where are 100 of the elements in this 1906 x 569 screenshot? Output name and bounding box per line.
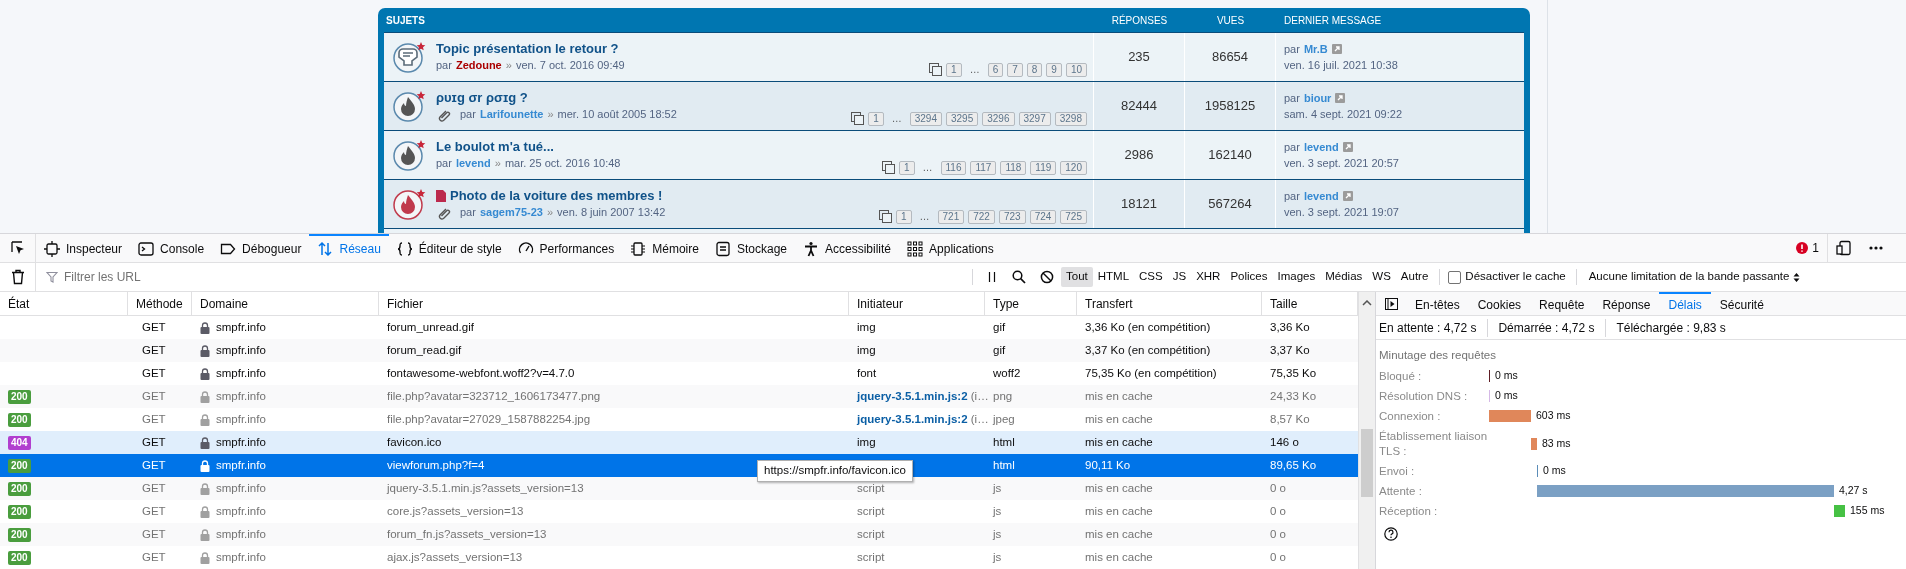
topic-title[interactable]: Topic présentation le retour ? [436, 40, 619, 58]
page-button[interactable]: 8 [1026, 62, 1043, 77]
scrollbar[interactable] [1358, 292, 1375, 569]
details-tab[interactable]: Délais [1659, 292, 1711, 315]
pages-icon [929, 63, 943, 76]
page-button[interactable]: 1 [898, 160, 915, 175]
details-tab[interactable]: Réponse [1593, 292, 1660, 315]
page-button[interactable]: 1 [946, 62, 962, 77]
lock-icon [200, 436, 210, 449]
column-header[interactable]: État [0, 292, 128, 315]
throttling-dropdown[interactable]: Aucune limitation de la bande passante [1584, 268, 1805, 286]
table-cell-text: GET [142, 503, 166, 519]
page-button[interactable]: 117 [970, 160, 997, 175]
devtools-tab[interactable]: Mémoire [622, 234, 707, 262]
column-header[interactable]: Transfert [1077, 292, 1262, 315]
request-row[interactable]: 404 GET smpfr.info favicon.ico img html mis en cache 146 o [0, 431, 1358, 454]
checkbox[interactable] [1448, 270, 1462, 284]
request-row[interactable]: 200 GET smpfr.info file.php?avatar=323712_1606173477.png jquery-3.5.1.min.js:2 (i… png mis en cache 24,33 Ko [0, 385, 1358, 408]
column-header[interactable]: Méthode [128, 292, 192, 315]
filter-button[interactable]: HTML [1092, 267, 1135, 287]
column-header[interactable]: Domaine [192, 292, 379, 315]
devtools-tab[interactable]: Stockage [706, 234, 795, 262]
request-row[interactable]: 200 GET smpfr.info forum_fn.js?assets_version=13 script js mis en cache 0 o [0, 523, 1358, 546]
cursor-icon [9, 240, 26, 256]
page-button[interactable]: 724 [1029, 209, 1057, 224]
details-tab[interactable]: Cookies [1468, 292, 1531, 315]
filter-button[interactable]: Médias [1320, 267, 1368, 287]
devtools-tab[interactable]: Performances [509, 234, 623, 262]
column-header[interactable]: Fichier [379, 292, 849, 315]
table-cell-text: mis en cache [1085, 549, 1153, 565]
page-button[interactable]: 721 [937, 209, 965, 224]
details-tab[interactable]: Sécurité [1710, 292, 1773, 315]
details-tab[interactable]: En-têtes [1406, 292, 1469, 315]
page-button[interactable]: 116 [940, 160, 967, 175]
filter-button[interactable]: XHR [1191, 267, 1226, 287]
filter-button[interactable]: JS [1167, 267, 1192, 287]
by-label: par [1284, 139, 1300, 155]
details-tab[interactable]: Requête [1530, 292, 1594, 315]
column-header[interactable]: Type [985, 292, 1077, 315]
checkbox-label: Désactiver le cache [1465, 269, 1566, 285]
page-button[interactable]: 119 [1030, 160, 1057, 175]
devtools-tab[interactable]: Console [130, 234, 213, 262]
devtools-tab[interactable]: Accessibilité [795, 234, 900, 262]
lock-icon [200, 505, 210, 518]
filter-button[interactable]: WS [1367, 267, 1396, 287]
request-row[interactable]: GET smpfr.info forum_read.gif img gif 3,37 Ko (en compétition) 3,37 Ko [0, 339, 1358, 362]
page-button[interactable]: 1 [868, 111, 884, 126]
table-cell-text: 3,36 Ko [1270, 319, 1310, 335]
author-link[interactable]: Zedoune [455, 57, 502, 74]
goto-icon[interactable] [1342, 190, 1353, 201]
table-cell-text: ajax.js?assets_version=13 [387, 549, 523, 565]
help-button[interactable] [1384, 527, 1398, 541]
topic-title[interactable]: Le boulot m'a tué... [436, 138, 554, 156]
page-button[interactable]: 3296 [982, 111, 1015, 126]
filter-button[interactable]: Images [1272, 267, 1321, 287]
page-button[interactable]: 118 [1000, 160, 1027, 175]
filter-field[interactable]: Filtrer les URL [64, 268, 966, 286]
error-count[interactable]: 1 [1788, 234, 1828, 262]
page-button[interactable]: 3294 [909, 111, 942, 126]
more-icon [1869, 246, 1883, 250]
status-badge: 200 [8, 389, 31, 404]
page-button[interactable]: 1 [896, 209, 912, 224]
timing-label: Connexion : [1379, 408, 1442, 424]
topic-title[interactable]: Photo de la voiture des membres ! [450, 187, 663, 205]
page-button[interactable]: 9 [1046, 62, 1062, 77]
page-button[interactable]: 3297 [1018, 111, 1051, 126]
topic-title[interactable]: ρυɪɡ σr ρσɪɡ ? [436, 89, 528, 107]
table-cell-text: js [993, 480, 1002, 496]
goto-icon[interactable] [1342, 141, 1353, 152]
table-cell-text: 0 o [1270, 526, 1286, 542]
filter-button[interactable]: Polices [1225, 267, 1273, 287]
devtools-tab[interactable]: Applications [899, 234, 1002, 262]
status-badge: 200 [8, 504, 31, 519]
table-cell-text: jquery-3.5.1.min.js?assets_version=13 [387, 480, 584, 496]
devtools-tab[interactable]: Inspecteur [36, 234, 131, 262]
page-button[interactable]: 725 [1060, 209, 1087, 224]
column-header[interactable]: Initiateur [849, 292, 985, 315]
page-button[interactable]: 10 [1065, 62, 1087, 77]
status-badge: 404 [8, 435, 31, 450]
page-button[interactable]: 7 [1007, 62, 1023, 77]
page-button[interactable]: 120 [1060, 160, 1087, 175]
page-button[interactable]: 6 [987, 62, 1004, 77]
table-cell-text: mis en cache [1085, 526, 1153, 542]
request-row[interactable]: 200 GET smpfr.info jquery-3.5.1.min.js?assets_version=13 script js mis en cache 0 o [0, 477, 1358, 500]
filter-button[interactable]: CSS [1134, 267, 1168, 287]
page-button[interactable]: 723 [998, 209, 1026, 224]
goto-icon[interactable] [1331, 43, 1342, 54]
table-cell-text: mis en cache [1085, 434, 1153, 450]
filter-button[interactable]: Tout [1061, 267, 1093, 287]
topic-icon [392, 138, 428, 172]
status-badge: 200 [8, 458, 31, 473]
filter-button[interactable]: Autre [1395, 267, 1434, 287]
devtools-tab[interactable]: Éditeur de style [388, 234, 510, 262]
devtools-tab[interactable]: Débogueur [212, 234, 310, 262]
page-button[interactable]: 3295 [946, 111, 979, 126]
page-button[interactable]: 722 [968, 209, 995, 224]
table-cell-text: GET [142, 480, 166, 496]
scrollbar-thumb[interactable] [1361, 429, 1373, 497]
page-button[interactable]: 3298 [1054, 111, 1087, 126]
goto-icon[interactable] [1335, 92, 1346, 103]
